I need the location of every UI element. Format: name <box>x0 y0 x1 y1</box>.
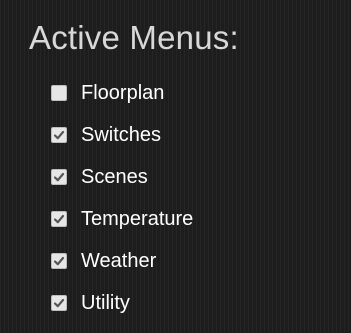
checkmark-icon <box>53 214 65 224</box>
floorplan-checkbox[interactable] <box>51 85 67 101</box>
panel-title: Active Menus: <box>29 19 239 56</box>
menu-item-temperature[interactable]: Temperature <box>51 198 193 240</box>
checkmark-icon <box>53 298 65 308</box>
menu-item-weather[interactable]: Weather <box>51 240 193 282</box>
menu-item-utility[interactable]: Utility <box>51 282 193 324</box>
checkmark-icon <box>53 130 65 140</box>
menu-item-switches[interactable]: Switches <box>51 114 193 156</box>
menu-item-label: Utility <box>81 292 130 314</box>
scenes-checkbox[interactable] <box>51 169 67 185</box>
menu-list: Floorplan Switches Scenes Temperature We… <box>51 72 193 324</box>
checkmark-icon <box>53 256 65 266</box>
menu-item-scenes[interactable]: Scenes <box>51 156 193 198</box>
menu-item-floorplan[interactable]: Floorplan <box>51 72 193 114</box>
menu-item-label: Switches <box>81 124 162 146</box>
switches-checkbox[interactable] <box>51 127 67 143</box>
weather-checkbox[interactable] <box>51 253 67 269</box>
checkmark-icon <box>53 172 65 182</box>
menu-item-label: Temperature <box>81 208 194 230</box>
menu-item-label: Scenes <box>81 166 148 188</box>
menu-item-label: Floorplan <box>81 82 165 104</box>
temperature-checkbox[interactable] <box>51 211 67 227</box>
menu-item-label: Weather <box>81 250 157 272</box>
active-menus-panel: Active Menus: Floorplan Switches Scenes … <box>0 0 351 333</box>
utility-checkbox[interactable] <box>51 295 67 311</box>
